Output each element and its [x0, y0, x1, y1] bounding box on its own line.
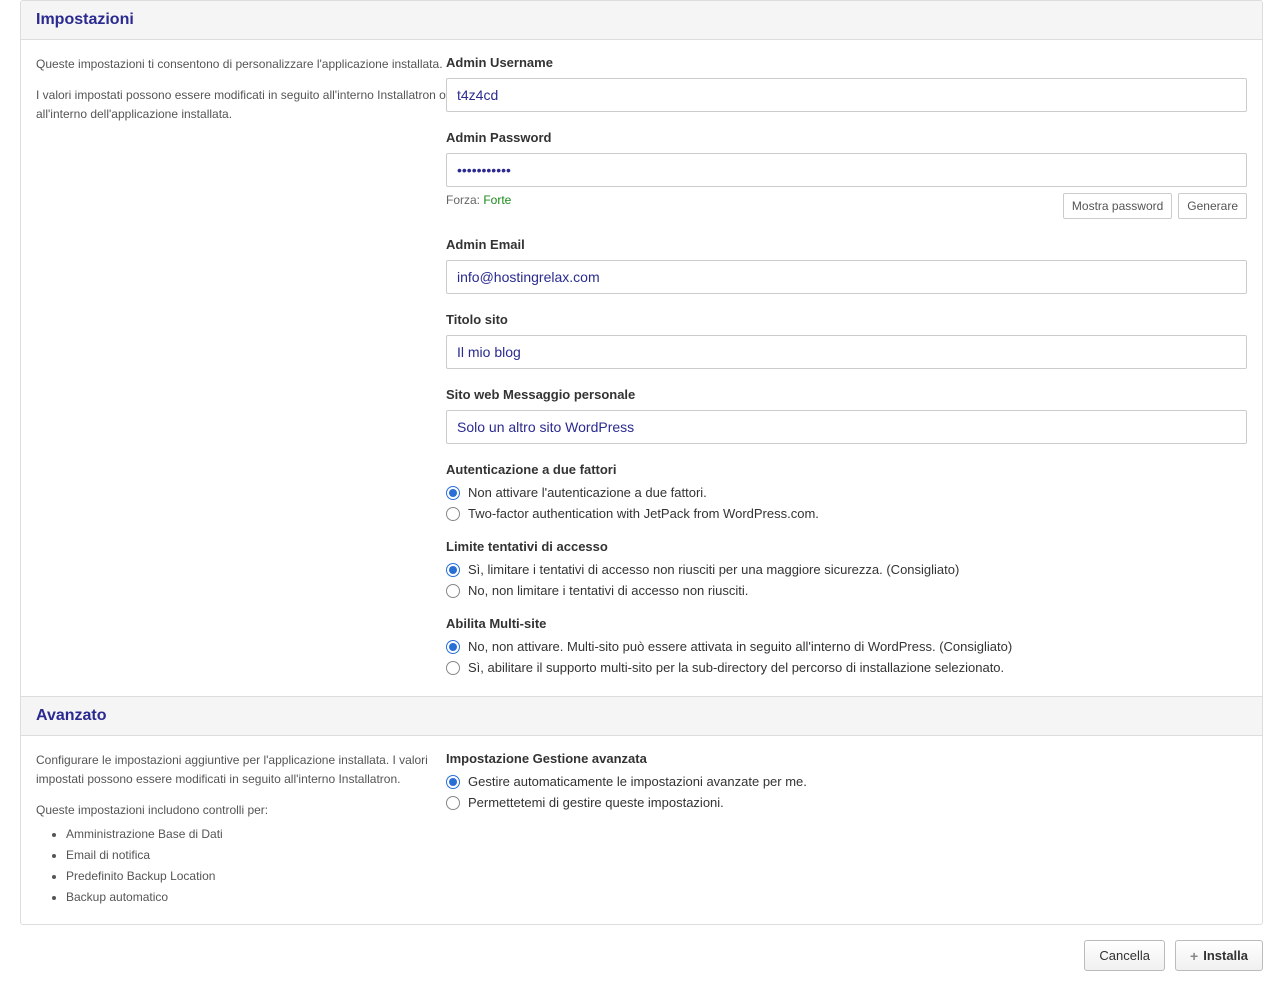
- advanced-desc-1: Configurare le impostazioni aggiuntive p…: [36, 751, 446, 789]
- install-button-label: Installa: [1203, 948, 1248, 963]
- login-limit-label: Limite tentativi di accesso: [446, 539, 1247, 554]
- password-strength: Forza: Forte: [446, 193, 511, 207]
- admin-email-label: Admin Email: [446, 237, 1247, 252]
- radio-icon: [446, 507, 460, 521]
- site-title-input[interactable]: [446, 335, 1247, 369]
- show-password-button[interactable]: Mostra password: [1063, 193, 1172, 219]
- install-button[interactable]: + Installa: [1175, 940, 1263, 971]
- plus-icon: +: [1190, 949, 1198, 963]
- radio-icon: [446, 640, 460, 654]
- settings-panel: Impostazioni Queste impostazioni ti cons…: [20, 0, 1263, 925]
- multisite-opt-no[interactable]: No, non attivare. Multi-sito può essere …: [446, 639, 1247, 654]
- admin-password-label: Admin Password: [446, 130, 1247, 145]
- radio-icon: [446, 486, 460, 500]
- radio-icon: [446, 584, 460, 598]
- radio-icon: [446, 563, 460, 577]
- login-limit-opt-yes[interactable]: Sì, limitare i tentativi di accesso non …: [446, 562, 1247, 577]
- login-limit-opt2-text: No, non limitare i tentativi di accesso …: [468, 583, 748, 598]
- advanced-desc-2: Queste impostazioni includono controlli …: [36, 801, 446, 820]
- multisite-label: Abilita Multi-site: [446, 616, 1247, 631]
- advanced-mgmt-opt2-text: Permettetemi di gestire queste impostazi…: [468, 795, 724, 810]
- site-message-input[interactable]: [446, 410, 1247, 444]
- two-factor-opt-jetpack[interactable]: Two-factor authentication with JetPack f…: [446, 506, 1247, 521]
- cancel-button-label: Cancella: [1099, 948, 1150, 963]
- settings-description: Queste impostazioni ti consentono di per…: [36, 55, 446, 681]
- advanced-mgmt-opt-auto[interactable]: Gestire automaticamente le impostazioni …: [446, 774, 1247, 789]
- strength-value: Forte: [483, 193, 511, 207]
- radio-icon: [446, 775, 460, 789]
- settings-desc-1: Queste impostazioni ti consentono di per…: [36, 55, 446, 74]
- multisite-opt1-text: No, non attivare. Multi-sito può essere …: [468, 639, 1012, 654]
- multisite-opt2-text: Sì, abilitare il supporto multi-sito per…: [468, 660, 1004, 675]
- footer-buttons: Cancella + Installa: [20, 940, 1263, 971]
- generate-password-button[interactable]: Generare: [1178, 193, 1247, 219]
- two-factor-label: Autenticazione a due fattori: [446, 462, 1247, 477]
- multisite-opt-yes[interactable]: Sì, abilitare il supporto multi-sito per…: [446, 660, 1247, 675]
- advanced-mgmt-label: Impostazione Gestione avanzata: [446, 751, 1247, 766]
- radio-icon: [446, 796, 460, 810]
- advanced-mgmt-opt1-text: Gestire automaticamente le impostazioni …: [468, 774, 807, 789]
- admin-username-input[interactable]: [446, 78, 1247, 112]
- advanced-bullet-db: Amministrazione Base di Dati: [66, 825, 446, 844]
- radio-icon: [446, 661, 460, 675]
- advanced-bullet-email: Email di notifica: [66, 846, 446, 865]
- advanced-bullet-backup-loc: Predefinito Backup Location: [66, 867, 446, 886]
- two-factor-opt-disable[interactable]: Non attivare l'autenticazione a due fatt…: [446, 485, 1247, 500]
- login-limit-opt1-text: Sì, limitare i tentativi di accesso non …: [468, 562, 959, 577]
- admin-email-input[interactable]: [446, 260, 1247, 294]
- advanced-bullet-auto-backup: Backup automatico: [66, 888, 446, 907]
- site-message-label: Sito web Messaggio personale: [446, 387, 1247, 402]
- admin-password-input[interactable]: [446, 153, 1247, 187]
- advanced-header: Avanzato: [21, 696, 1262, 736]
- advanced-mgmt-opt-manual[interactable]: Permettetemi di gestire queste impostazi…: [446, 795, 1247, 810]
- login-limit-opt-no[interactable]: No, non limitare i tentativi di accesso …: [446, 583, 1247, 598]
- cancel-button[interactable]: Cancella: [1084, 940, 1165, 971]
- two-factor-opt1-text: Non attivare l'autenticazione a due fatt…: [468, 485, 707, 500]
- advanced-description: Configurare le impostazioni aggiuntive p…: [36, 751, 446, 909]
- admin-username-label: Admin Username: [446, 55, 1247, 70]
- two-factor-opt2-text: Two-factor authentication with JetPack f…: [468, 506, 819, 521]
- settings-header: Impostazioni: [21, 1, 1262, 40]
- strength-label: Forza:: [446, 193, 483, 207]
- site-title-label: Titolo sito: [446, 312, 1247, 327]
- settings-desc-2: I valori impostati possono essere modifi…: [36, 86, 446, 124]
